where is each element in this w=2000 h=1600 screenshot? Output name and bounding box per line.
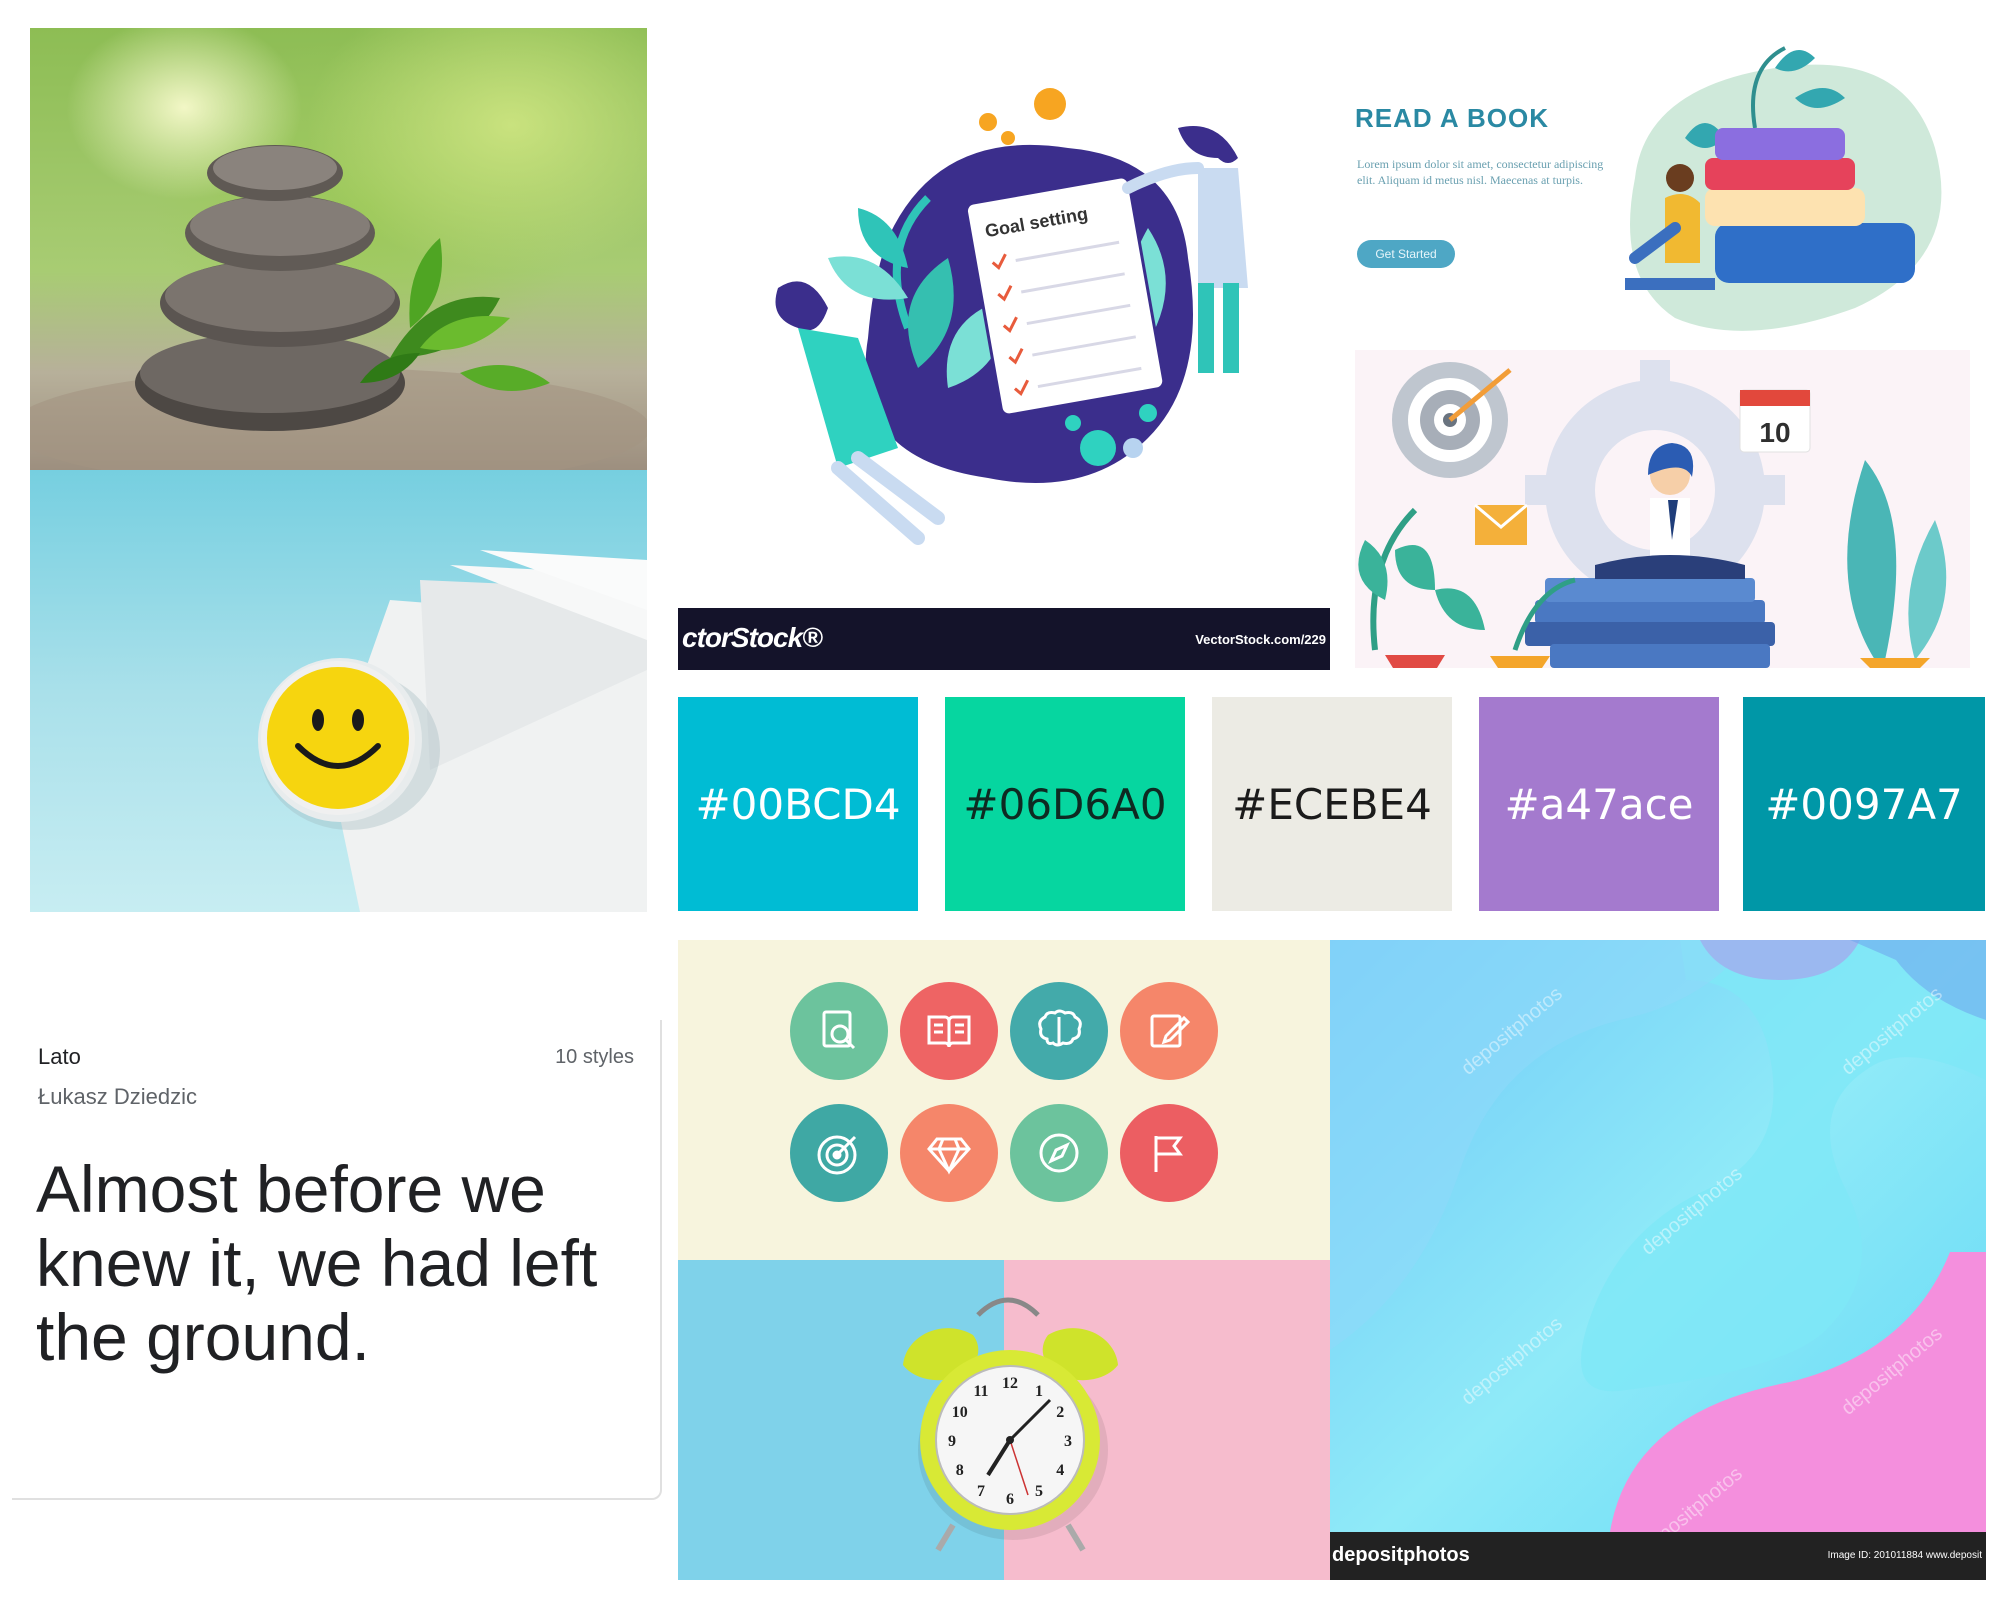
get-started-button[interactable]: Get Started bbox=[1357, 240, 1455, 268]
goal-setting-illustration: Goal setting ctorStock® VectorStock.com/… bbox=[678, 28, 1330, 670]
font-style-count: 10 styles bbox=[555, 1046, 634, 1068]
book-banner-body: Lorem ipsum dolor sit amet, consectetur … bbox=[1357, 157, 1604, 187]
calendar-number: 10 bbox=[1759, 417, 1790, 448]
clock-number: 8 bbox=[956, 1462, 964, 1479]
clock-number: 9 bbox=[948, 1433, 956, 1450]
clock-number: 2 bbox=[1056, 1404, 1064, 1421]
depositphotos-logo-text: depositphotos bbox=[1332, 1544, 1470, 1566]
swatch-label-2: #06D6A0 bbox=[963, 779, 1167, 829]
vectorstock-url: VectorStock.com/229 bbox=[1195, 632, 1326, 647]
smiley-photo bbox=[30, 470, 647, 912]
font-designer: Łukasz Dziedzic bbox=[38, 1084, 197, 1109]
book-banner-title: READ A BOOK bbox=[1355, 103, 1549, 133]
vectorstock-logo-text: ctorStock® bbox=[682, 622, 823, 653]
abstract-background-image: depositphotos depositphotos depositphoto… bbox=[1330, 940, 1986, 1580]
read-a-book-banner: READ A BOOK Lorem ipsum dolor sit amet, … bbox=[1345, 28, 1970, 348]
swatch-label-1: #00BCD4 bbox=[695, 779, 901, 829]
clock-number: 5 bbox=[1035, 1483, 1043, 1500]
brain-icon bbox=[1010, 982, 1108, 1080]
color-swatch-5: #0097A7 bbox=[1743, 697, 1985, 911]
clock-number: 3 bbox=[1064, 1433, 1072, 1450]
swatch-label-5: #0097A7 bbox=[1765, 779, 1963, 829]
flag-icon bbox=[1120, 1104, 1218, 1202]
font-sample-text: Almost before we knew it, we had left th… bbox=[36, 1152, 598, 1374]
compass-icon bbox=[1010, 1104, 1108, 1202]
meditation-illustration: 10 bbox=[1355, 350, 1970, 668]
color-swatch-1: #00BCD4 bbox=[678, 697, 918, 911]
open-book-icon bbox=[900, 982, 998, 1080]
clock-number: 6 bbox=[1006, 1491, 1014, 1508]
color-swatch-2: #06D6A0 bbox=[945, 697, 1185, 911]
icon-set-tile bbox=[678, 940, 1330, 1260]
clock-number: 10 bbox=[952, 1404, 968, 1421]
edit-icon bbox=[1120, 982, 1218, 1080]
clock-number: 11 bbox=[973, 1383, 988, 1400]
target-icon bbox=[790, 1104, 888, 1202]
clock-number: 7 bbox=[977, 1483, 985, 1500]
vectorstock-banner: ctorStock® VectorStock.com/229 bbox=[678, 608, 1330, 670]
alarm-clock-photo: 12 1 2 3 4 5 6 7 8 9 10 11 bbox=[678, 1260, 1330, 1580]
image-id-text: Image ID: 201011884 www.deposit bbox=[1827, 1550, 1982, 1561]
clock-number: 4 bbox=[1056, 1462, 1064, 1479]
swatch-label-3: #ECEBE4 bbox=[1232, 779, 1432, 829]
color-swatch-3: #ECEBE4 bbox=[1212, 697, 1452, 911]
zen-stones-photo bbox=[30, 28, 647, 470]
depositphotos-footer: depositphotos Image ID: 201011884 www.de… bbox=[1330, 1532, 1986, 1580]
swatch-label-4: #a47ace bbox=[1504, 779, 1694, 829]
font-specimen-card[interactable]: Lato 10 styles Łukasz Dziedzic Almost be… bbox=[12, 1020, 662, 1500]
color-swatch-4: #a47ace bbox=[1479, 697, 1719, 911]
diamond-icon bbox=[900, 1104, 998, 1202]
font-name: Lato bbox=[38, 1044, 81, 1069]
clock-number: 12 bbox=[1002, 1375, 1018, 1392]
clock-number: 1 bbox=[1035, 1383, 1043, 1400]
search-document-icon bbox=[790, 982, 888, 1080]
